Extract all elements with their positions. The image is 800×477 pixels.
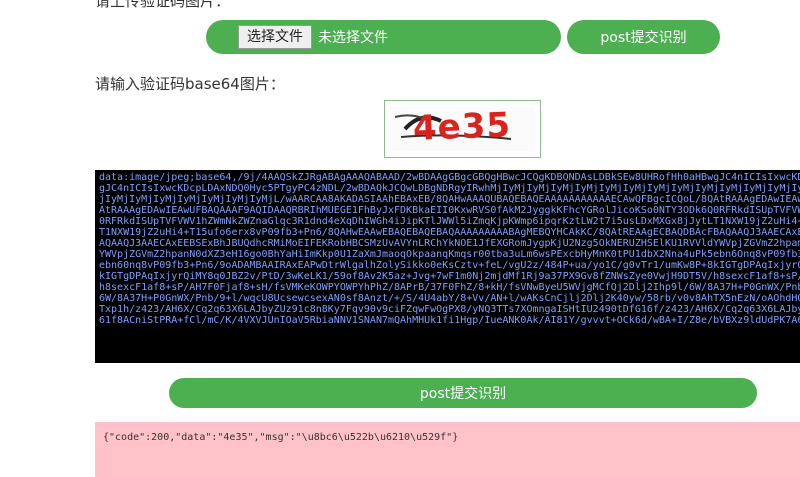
- base64-line: jIyMjIyMjIyMjIyMjIyMjIyMjIyMjL/wAARCAA8A…: [99, 194, 800, 205]
- upload-title: 请上传验证码图片：: [95, 0, 231, 10]
- base64-submit-button[interactable]: post提交识别: [169, 378, 757, 408]
- captcha-canvas: 4e35: [391, 107, 534, 151]
- base64-line: kIGTgDPAqIxjyrQiMY8q0JBZ2v/PtD/3wKeLK1/5…: [99, 271, 800, 282]
- file-status-text: 未选择文件: [318, 30, 388, 46]
- base64-line: gJC4nICIsIxwcKDcpLDAxNDQ0Hyc5PTgyPC4zNDL…: [99, 183, 800, 194]
- base64-line: T1NXW19jZ2uHi4+T15ufo6erx8vP09fb3+Pn6/8Q…: [99, 227, 800, 238]
- upload-submit-button[interactable]: post提交识别: [567, 20, 720, 54]
- choose-file-button[interactable]: 选择文件: [238, 25, 312, 49]
- base64-line: 0RFRkdISUpTVFVWV1hZWmNkZWZnaGlqc3R1dnd4e…: [99, 216, 800, 227]
- base64-line: 61f8ACniStPRA+fCl/mC/K/4VXVJUnIOaV5RbiaN…: [99, 315, 800, 326]
- result-output: {"code":200,"data":"4e35","msg":"\u8bc6\…: [95, 422, 800, 477]
- captcha-text: 4e35: [412, 107, 512, 149]
- base64-line: ebn60nq8vP09fb3+Pn6/9oADAMBAAIRAxEAPwDtr…: [99, 260, 800, 271]
- base64-line: AtRAAAgEDAwIEAwUFBAQAAAF9AQIDAAQRBRIhMUE…: [99, 205, 800, 216]
- base64-line: Txp1h/z423/AH6X/Cq2q63X6LAJbyZUz91c8n8Ky…: [99, 304, 800, 315]
- base64-line: AQAAQJ3AAECAxEEBSExBhJBUQdhcRMiMoEIFEKRo…: [99, 238, 800, 249]
- base64-textarea[interactable]: data:image/jpeg;base64,/9j/4AAQSkZJRgABA…: [95, 170, 800, 363]
- result-text: {"code":200,"data":"4e35","msg":"\u8bc6\…: [103, 432, 459, 443]
- captcha-image: 4e35: [384, 100, 541, 158]
- file-upload-field[interactable]: 选择文件 未选择文件: [206, 20, 561, 54]
- base64-line: h8sexcF1af8+sP/AH7F0Fjaf8+sH/fsVMKeKOWPY…: [99, 282, 800, 293]
- base64-label: 请输入验证码base64图片：: [95, 75, 285, 93]
- base64-line: YWVpjZGVmZ2hpanN0dXZ3eH16go0BhYaHiImKkp0…: [99, 249, 800, 260]
- base64-line: 6W/8A37H+P0GnWX/Pnb/9+l/wqcU8UcsewcsexAN…: [99, 293, 800, 304]
- base64-line: data:image/jpeg;base64,/9j/4AAQSkZJRgABA…: [99, 172, 800, 183]
